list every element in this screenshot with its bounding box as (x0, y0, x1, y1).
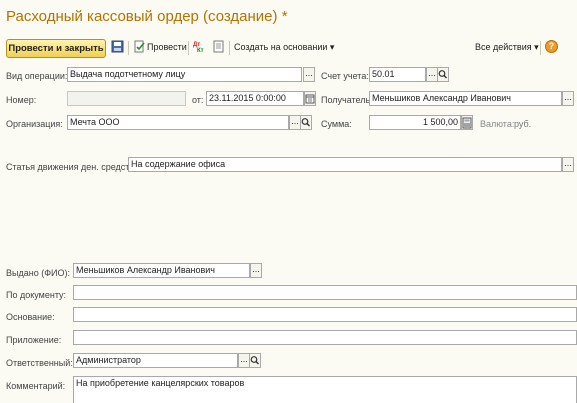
page-title: Расходный кассовый ордер (создание) * (6, 8, 288, 25)
comment-field[interactable]: На приобретение канцелярских товаров (73, 376, 577, 403)
organization-label: Организация: (6, 119, 63, 129)
svg-text:Кт: Кт (197, 48, 204, 53)
recipient-field[interactable]: Меньшиков Александр Иванович (369, 91, 562, 106)
organization-search-button[interactable] (300, 115, 312, 130)
responsible-search-button[interactable] (249, 353, 261, 368)
organization-field[interactable]: Мечта ООО (67, 115, 289, 130)
currency-value: руб. (514, 119, 532, 129)
issued-field[interactable]: Меньшиков Александр Иванович (73, 263, 250, 278)
cash-flow-label: Статья движения ден. средств: (6, 162, 137, 172)
by-document-field[interactable] (73, 285, 577, 300)
issued-choose-button[interactable]: ... (250, 263, 262, 278)
search-icon (250, 356, 259, 365)
report-icon[interactable] (212, 40, 225, 53)
by-document-label: По документу: (6, 290, 67, 300)
number-field[interactable] (67, 91, 186, 106)
attachment-label: Приложение: (6, 335, 62, 345)
post-document-icon (134, 40, 145, 53)
responsible-field[interactable]: Администратор (73, 353, 238, 368)
cash-flow-field[interactable]: На содержание офиса (128, 157, 562, 172)
debit-credit-icon[interactable]: Дт Кт (193, 40, 205, 53)
search-icon (301, 118, 310, 127)
sum-label: Сумма: (321, 119, 352, 129)
basis-field[interactable] (73, 307, 577, 322)
account-field[interactable]: 50.01 (369, 67, 426, 82)
toolbar-separator (540, 41, 541, 55)
toolbar-separator (128, 41, 129, 55)
post-button[interactable]: Провести (147, 42, 187, 52)
post-and-close-button[interactable]: Провести и закрыть (6, 39, 106, 58)
responsible-label: Ответственный: (6, 358, 73, 368)
toolbar-separator (229, 41, 230, 55)
basis-label: Основание: (6, 312, 55, 322)
all-actions-label: Все действия (475, 42, 532, 52)
chevron-down-icon: ▾ (534, 42, 539, 52)
help-button[interactable]: ? (545, 40, 558, 53)
issued-label: Выдано (ФИО): (6, 268, 71, 278)
all-actions-button[interactable]: Все действия ▾ (475, 42, 539, 53)
date-calendar-button[interactable] (304, 91, 316, 106)
recipient-choose-button[interactable]: ... (562, 91, 574, 106)
currency-label: Валюта: (480, 119, 515, 129)
calculator-button[interactable] (461, 115, 473, 130)
toolbar: Провести и закрыть Провести Дт Кт Создат… (0, 36, 577, 60)
operation-type-choose-button[interactable]: ... (303, 67, 315, 82)
account-search-button[interactable] (437, 67, 449, 82)
attachment-field[interactable] (73, 330, 577, 345)
chevron-down-icon: ▾ (329, 42, 335, 52)
recipient-label: Получатель: (321, 95, 373, 105)
date-label: от: (192, 95, 204, 105)
comment-label: Комментарий: (6, 381, 66, 391)
calendar-icon (305, 94, 315, 104)
date-field[interactable]: 23.11.2015 0:00:00 (206, 91, 304, 106)
operation-type-field[interactable]: Выдача подотчетному лицу (67, 67, 302, 82)
create-based-on-label: Создать на основании (234, 42, 328, 52)
account-label: Счет учета: (321, 71, 369, 81)
save-icon[interactable] (111, 40, 124, 53)
create-based-on-button[interactable]: Создать на основании ▾ (234, 42, 334, 53)
operation-type-label: Вид операции: (6, 71, 68, 81)
number-label: Номер: (6, 95, 37, 105)
search-icon (438, 70, 447, 79)
sum-field[interactable]: 1 500,00 (369, 115, 461, 130)
cash-flow-choose-button[interactable]: ... (562, 157, 574, 172)
calculator-icon (462, 117, 472, 129)
toolbar-separator (188, 41, 189, 55)
